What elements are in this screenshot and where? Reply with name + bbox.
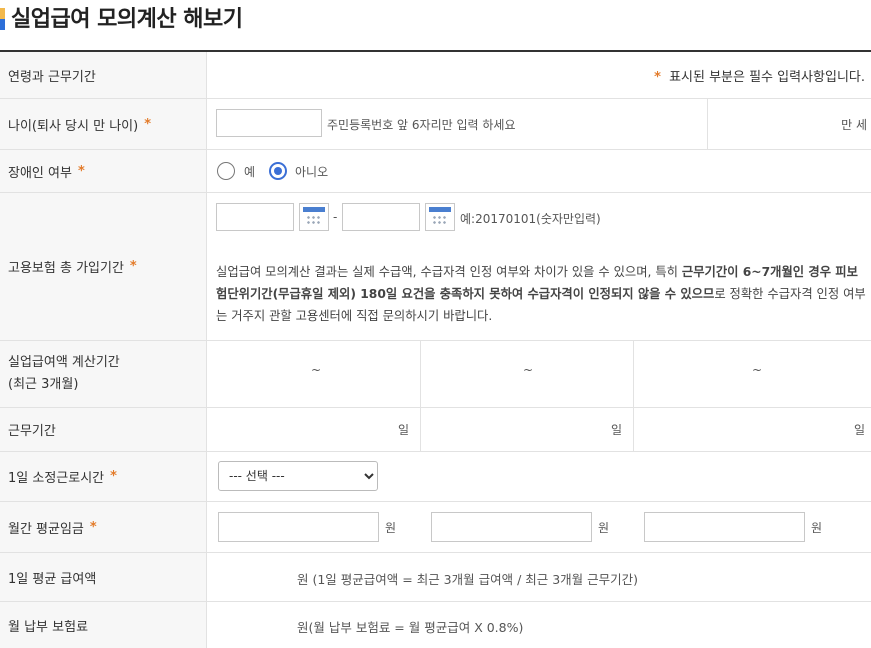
divider bbox=[420, 408, 421, 451]
calc-period-label-2: (최근 3개월) bbox=[8, 377, 79, 392]
work-days-row: 근무기간 일 일 일 bbox=[0, 408, 871, 452]
radio-no-label: 아니오 bbox=[295, 165, 329, 179]
required-note-area: * 표시된 부분은 필수 입력사항입니다. bbox=[207, 52, 871, 98]
disability-label-cell: 장애인 여부 * bbox=[0, 150, 207, 192]
work-days-2: 일 bbox=[611, 423, 623, 437]
required-star-icon: * bbox=[129, 259, 137, 274]
page-header: 실업급여 모의계산 해보기 bbox=[0, 0, 243, 34]
daily-hours-select[interactable]: --- 선택 --- bbox=[218, 461, 378, 491]
monthly-wage-label-cell: 월간 평균임금 * bbox=[0, 502, 207, 552]
calendar-icon[interactable] bbox=[299, 203, 329, 231]
insurance-value-cell: - 예:20170101(숫자만입력) 실업급여 모의계산 결과는 실제 수급액… bbox=[207, 193, 871, 340]
required-star-icon: * bbox=[110, 469, 117, 484]
wage-input-2[interactable] bbox=[431, 512, 592, 542]
work-days-label: 근무기간 bbox=[0, 408, 207, 451]
date-hint: 예:20170101(숫자만입력) bbox=[460, 212, 601, 226]
divider bbox=[633, 341, 634, 407]
calc-period-values: ~ ~ ~ bbox=[207, 341, 871, 407]
period-1: ~ bbox=[311, 363, 322, 377]
radio-yes[interactable] bbox=[217, 162, 235, 180]
required-star-icon: * bbox=[144, 116, 151, 132]
daily-hours-label-cell: 1일 소정근로시간 * bbox=[0, 452, 207, 501]
wage-unit-2: 원 bbox=[598, 521, 610, 535]
calc-period-row: 실업급여액 계산기간 (최근 3개월) ~ ~ ~ bbox=[0, 341, 871, 408]
daily-benefit-label: 1일 평균 급여액 bbox=[0, 553, 207, 601]
age-input[interactable] bbox=[216, 109, 322, 137]
work-days-3: 일 bbox=[854, 423, 866, 437]
daily-hours-label: 1일 소정근로시간 bbox=[8, 471, 105, 486]
date-separator: - bbox=[333, 210, 338, 224]
start-date-input[interactable] bbox=[216, 203, 294, 231]
insurance-notice: 실업급여 모의계산 결과는 실제 수급액, 수급자격 인정 여부와 차이가 있을… bbox=[216, 261, 867, 327]
divider bbox=[707, 99, 708, 149]
age-value-cell: 주민등록번호 앞 6자리만 입력 하세요 만 세 bbox=[207, 99, 871, 149]
divider bbox=[633, 408, 634, 451]
calc-period-label-cell: 실업급여액 계산기간 (최근 3개월) bbox=[0, 341, 207, 407]
age-row: 나이(퇴사 당시 만 나이) * 주민등록번호 앞 6자리만 입력 하세요 만 세 bbox=[0, 99, 871, 150]
daily-hours-row: 1일 소정근로시간 * --- 선택 --- bbox=[0, 452, 871, 502]
age-label: 나이(퇴사 당시 만 나이) bbox=[8, 118, 139, 134]
radio-no[interactable] bbox=[269, 162, 287, 180]
premium-text: 원(월 납부 보험료 = 월 평균급여 X 0.8%) bbox=[297, 620, 524, 635]
period-3: ~ bbox=[752, 363, 763, 377]
work-days-values: 일 일 일 bbox=[207, 408, 871, 451]
calendar-icon[interactable] bbox=[425, 203, 455, 231]
wage-unit-3: 원 bbox=[811, 521, 823, 535]
disability-label: 장애인 여부 bbox=[8, 165, 72, 181]
age-label-cell: 나이(퇴사 당시 만 나이) * bbox=[0, 99, 207, 149]
required-star-icon: * bbox=[654, 70, 661, 85]
radio-yes-label: 예 bbox=[244, 165, 256, 179]
work-days-1: 일 bbox=[398, 423, 410, 437]
premium-value-cell: 원(월 납부 보험료 = 월 평균급여 X 0.8%) bbox=[207, 602, 871, 648]
daily-hours-value-cell: --- 선택 --- bbox=[207, 452, 871, 501]
title-accent-bar bbox=[0, 8, 5, 30]
insurance-row: 고용보험 총 가입기간 * - 예:20170101(숫자만입력) 실업급여 모의… bbox=[0, 193, 871, 341]
monthly-wage-row: 월간 평균임금 * 원 원 원 bbox=[0, 502, 871, 553]
period-2: ~ bbox=[523, 363, 534, 377]
wage-input-1[interactable] bbox=[218, 512, 379, 542]
age-unit: 만 세 bbox=[841, 118, 867, 132]
disability-row: 장애인 여부 * 예 아니오 bbox=[0, 150, 871, 193]
notice-text-1: 실업급여 모의계산 결과는 실제 수급액, 수급자격 인정 여부와 차이가 있을… bbox=[216, 265, 682, 279]
wage-input-3[interactable] bbox=[644, 512, 805, 542]
calc-period-label-1: 실업급여액 계산기간 bbox=[8, 355, 120, 370]
daily-benefit-row: 1일 평균 급여액 원 (1일 평균급여액 = 최근 3개월 급여액 / 최근 … bbox=[0, 553, 871, 602]
wage-unit-1: 원 bbox=[385, 521, 397, 535]
daily-benefit-text: 원 (1일 평균급여액 = 최근 3개월 급여액 / 최근 3개월 근무기간) bbox=[297, 572, 639, 587]
monthly-wage-values: 원 원 원 bbox=[207, 502, 871, 552]
disability-value-cell: 예 아니오 bbox=[207, 150, 871, 192]
calc-form: 연령과 근무기간 * 표시된 부분은 필수 입력사항입니다. 나이(퇴사 당시 … bbox=[0, 50, 871, 648]
insurance-label: 고용보험 총 가입기간 bbox=[8, 261, 124, 276]
premium-label: 월 납부 보험료 bbox=[0, 602, 207, 648]
required-note: 표시된 부분은 필수 입력사항입니다. bbox=[669, 70, 865, 85]
section-label: 연령과 근무기간 bbox=[0, 52, 207, 98]
monthly-wage-label: 월간 평균임금 bbox=[8, 521, 84, 537]
insurance-label-cell: 고용보험 총 가입기간 * bbox=[0, 193, 207, 340]
required-star-icon: * bbox=[89, 519, 97, 535]
premium-row: 월 납부 보험료 원(월 납부 보험료 = 월 평균급여 X 0.8%) bbox=[0, 602, 871, 648]
required-star-icon: * bbox=[77, 163, 85, 179]
page-title: 실업급여 모의계산 해보기 bbox=[11, 7, 243, 32]
end-date-input[interactable] bbox=[342, 203, 420, 231]
daily-benefit-value-cell: 원 (1일 평균급여액 = 최근 3개월 급여액 / 최근 3개월 근무기간) bbox=[207, 553, 871, 601]
age-hint: 주민등록번호 앞 6자리만 입력 하세요 bbox=[327, 118, 516, 132]
divider bbox=[420, 341, 421, 407]
form-header-row: 연령과 근무기간 * 표시된 부분은 필수 입력사항입니다. bbox=[0, 52, 871, 99]
